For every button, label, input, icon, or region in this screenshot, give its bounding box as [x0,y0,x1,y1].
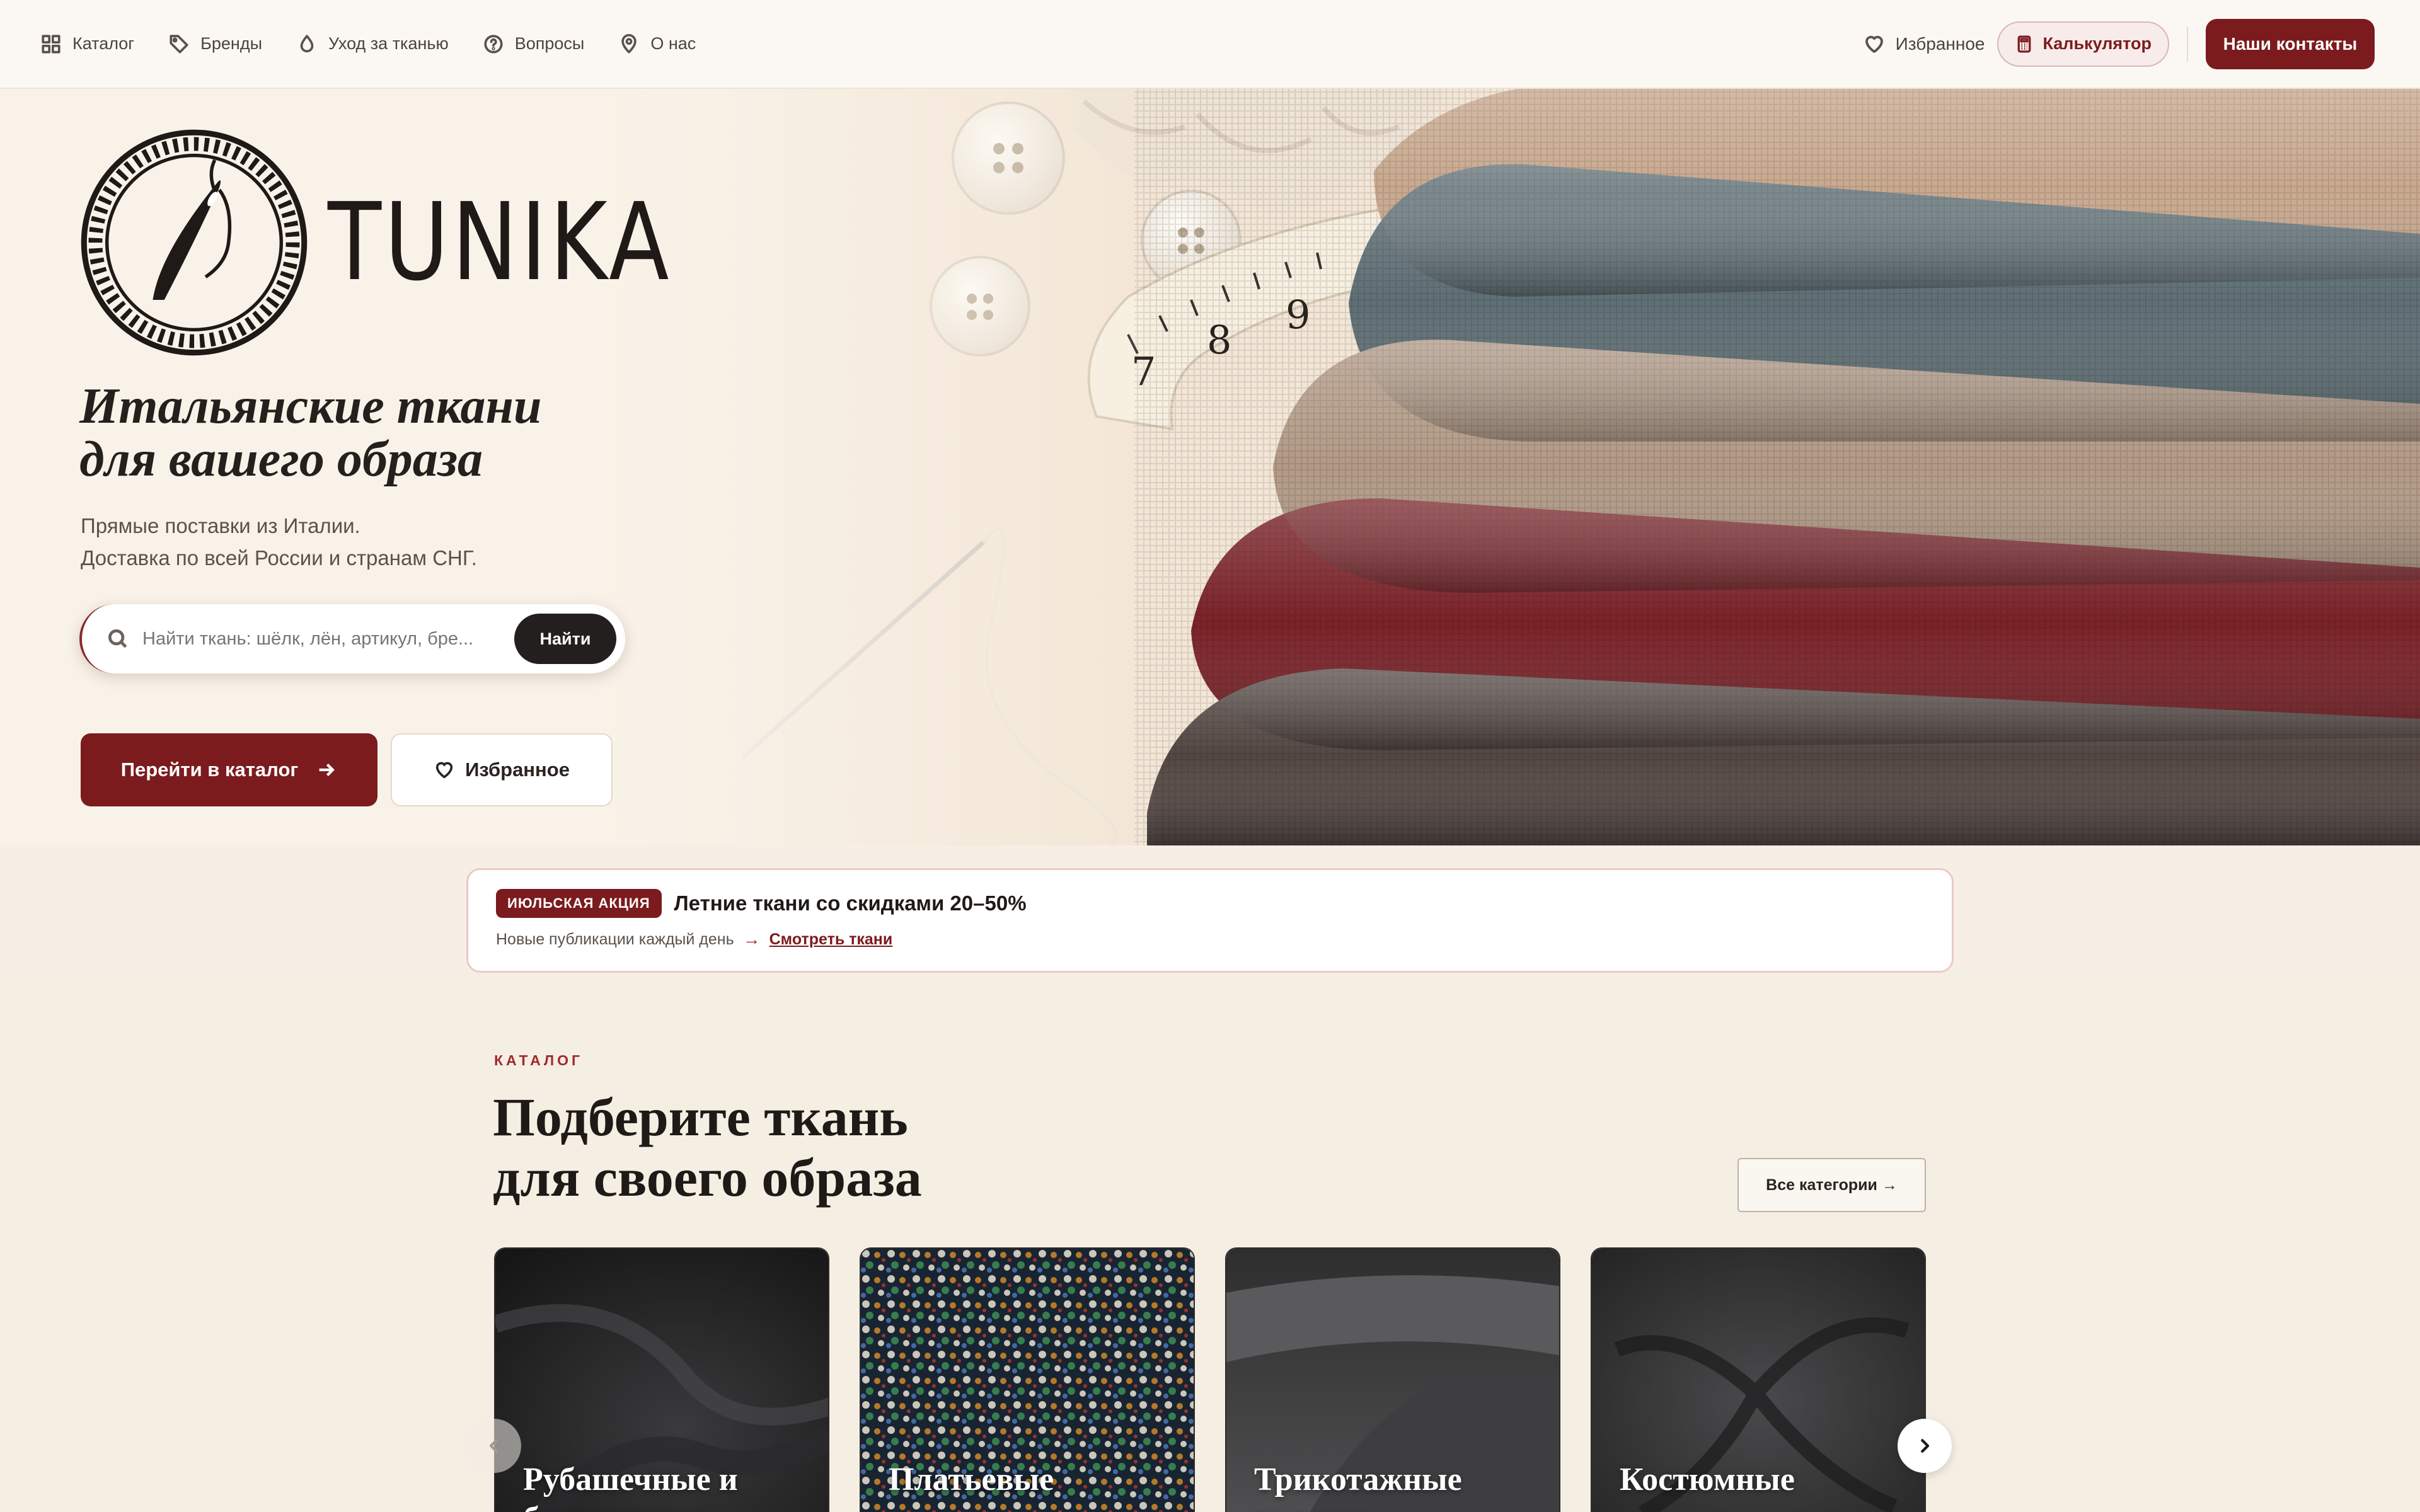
nav-item-label: О нас [650,34,696,53]
nav-item-fabric-care[interactable]: Уход за тканью [296,33,449,55]
promo-title: Летние ткани со скидками 20–50% [674,891,1027,915]
tag-icon [170,34,188,54]
hero-subtitle-line: Прямые поставки из Италии. [81,514,360,537]
catalog-title: Подберите ткань для своего образа [493,1087,922,1208]
header-actions: Избранное Калькулятор Наши контакты [1863,18,2375,69]
category-label: Рубашечные и блузочные [523,1462,738,1512]
category-label: Трикотажные полотна [1254,1462,1462,1512]
chevron-right-icon [1921,1439,1930,1453]
favorites-label: Избранное [1895,33,1985,54]
arrow-right-icon [319,763,335,777]
brand-name: TUNIKA [328,180,672,305]
calculator-button[interactable]: Калькулятор [1997,21,2169,67]
category-label: Костюмные [1620,1462,1795,1498]
promo-note: Новые публикации каждый день [496,930,734,948]
nav-item-label: Уход за тканью [328,34,449,53]
nav-item-faq[interactable]: Вопросы [483,33,585,55]
hero-subtitle: Прямые поставки из Италии. Доставка по в… [81,510,477,574]
nav-item-label: Вопросы [514,34,585,53]
hero-title-line: для вашего образа [79,432,483,487]
carousel-prev-button[interactable] [467,1419,521,1473]
needle-emblem-icon [81,129,308,356]
category-card-suiting[interactable]: Костюмные [1591,1247,1926,1512]
nav-item-catalog[interactable]: Каталог [40,33,134,55]
chevron-left-icon [489,1439,498,1453]
arrow-right-icon: → [742,929,761,949]
brand-logo[interactable]: TUNIKA [79,128,747,357]
promo-badge: ИЮЛЬСКАЯ АКЦИЯ [496,889,662,918]
go-to-catalog-button[interactable]: Перейти в каталог [81,733,377,806]
hero-title-line: Итальянские ткани [79,379,542,434]
contacts-button[interactable]: Наши контакты [2206,18,2375,69]
search-bar: Найти [79,604,625,673]
heart-icon [435,762,453,779]
nav-item-brands[interactable]: Бренды [168,33,262,55]
category-card-shirting[interactable]: Рубашечные и блузочные [494,1247,829,1512]
grid-icon [42,34,60,54]
header-divider [2187,26,2188,62]
hero-title: Итальянские ткани для вашего образа [79,380,541,486]
hero-subtitle-line: Доставка по всей России и странам СНГ. [81,546,477,570]
category-card-knit[interactable]: Трикотажные полотна [1225,1247,1560,1512]
hero-favorites-label: Избранное [465,759,570,781]
catalog-title-line: Подберите ткань [493,1087,908,1147]
nav-item-label: Бренды [200,34,262,53]
catalog-title-line: для своего образа [493,1147,922,1208]
nav-item-label: Каталог [72,34,135,53]
search-input[interactable] [142,628,514,650]
all-categories-button[interactable]: Все категории → [1737,1158,1926,1212]
hero-section: 7 8 9 TUNIKA [0,89,2420,845]
calculator-icon [2018,35,2031,52]
category-label: Платьевые [889,1462,1054,1498]
location-pin-icon [621,33,637,54]
search-icon [108,629,127,648]
promo-footer: Новые публикации каждый день → Смотреть … [496,929,1924,949]
catalog-eyebrow: КАТАЛОГ [494,1052,584,1068]
top-navigation: Каталог Бренды Уход за тканью Вопросы О … [0,0,2420,89]
carousel-next-button[interactable] [1898,1419,1952,1473]
nav-item-about[interactable]: О нас [618,33,696,55]
favorites-link[interactable]: Избранное [1863,33,1985,55]
promo-banner: ИЮЛЬСКАЯ АКЦИЯ Летние ткани со скидками … [466,868,1954,973]
main-menu: Каталог Бренды Уход за тканью Вопросы О … [40,33,696,55]
hero-favorites-button[interactable]: Избранное [391,733,613,806]
heart-icon [1865,35,1883,53]
go-to-catalog-label: Перейти в каталог [120,759,299,781]
view-fabrics-link[interactable]: Смотреть ткани [769,931,893,949]
drop-icon [300,34,314,52]
calculator-label: Калькулятор [2043,34,2152,53]
category-card-dress[interactable]: Платьевые [860,1247,1195,1512]
promo-header: ИЮЛЬСКАЯ АКЦИЯ Летние ткани со скидками … [496,889,1924,918]
question-icon [484,34,503,54]
search-button[interactable]: Найти [514,614,616,664]
